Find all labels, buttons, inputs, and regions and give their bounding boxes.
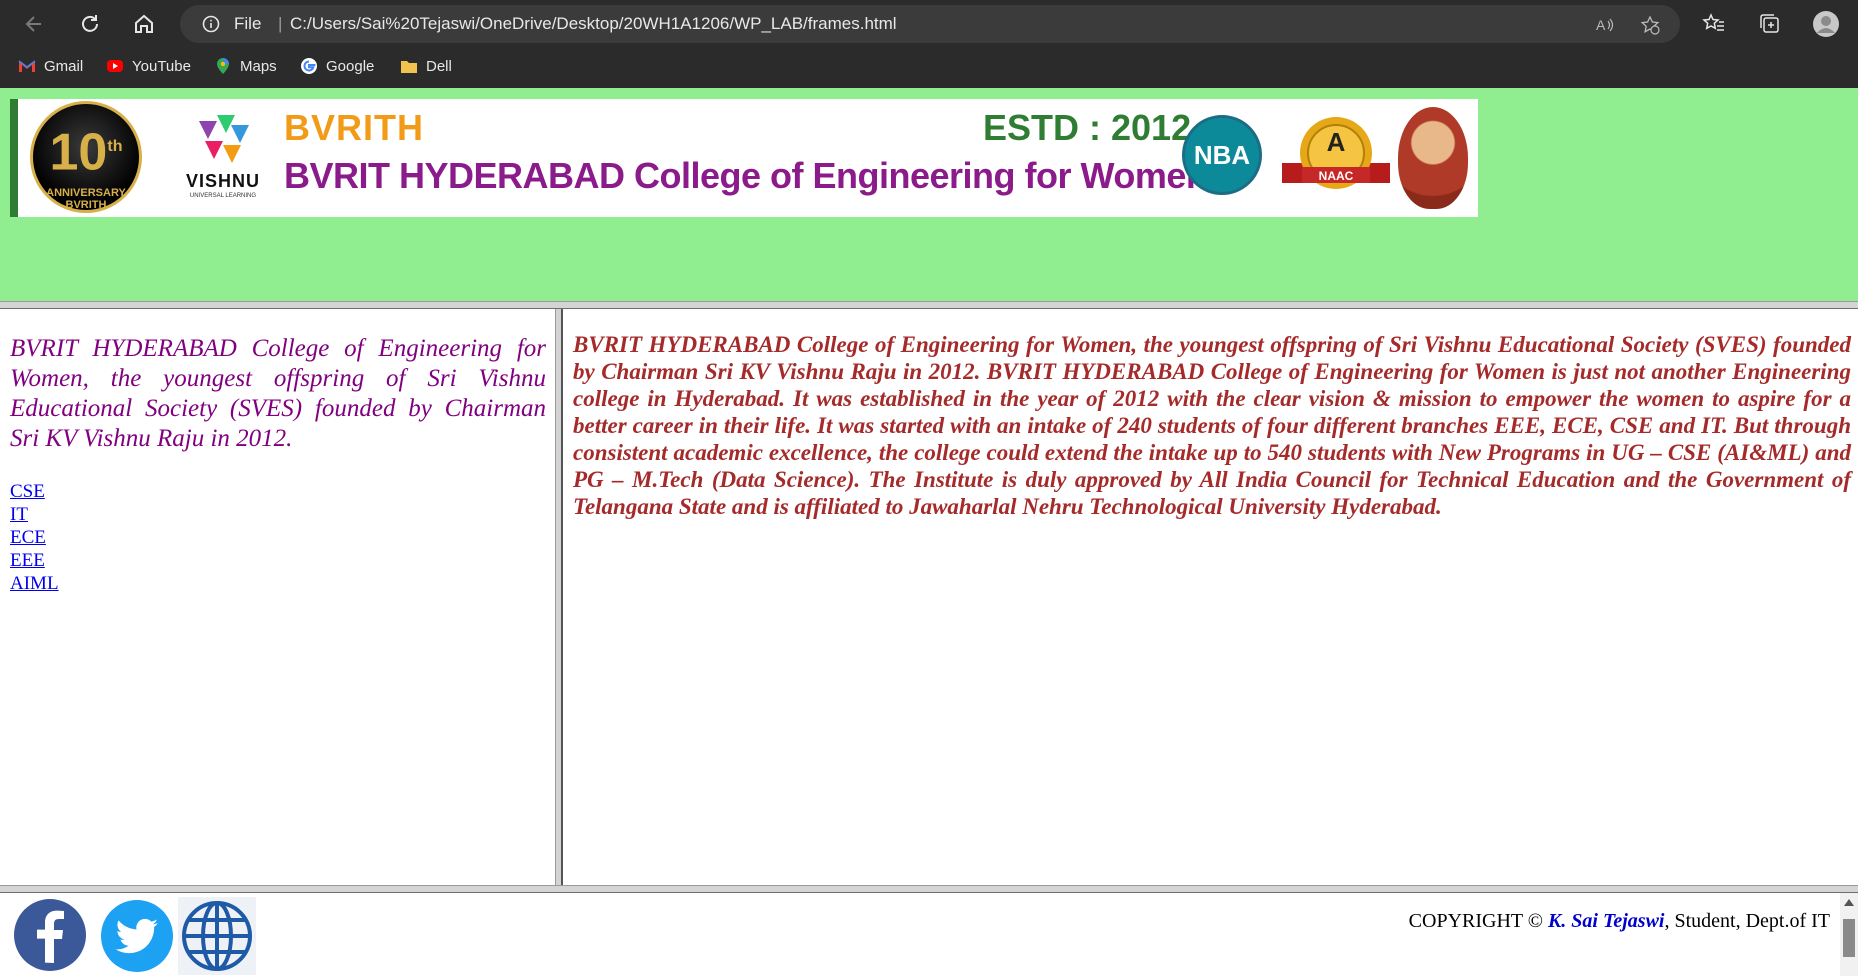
college-banner: 10th ANNIVERSARY BVRITH VISHNU UNIVERSAL… [10, 99, 1478, 217]
frame-border-vertical[interactable] [555, 309, 563, 885]
address-bar[interactable]: File | C:/Users/Sai%20Tejaswi/OneDrive/D… [180, 5, 1680, 43]
add-favorite-icon[interactable] [1640, 15, 1660, 35]
college-name: BVRIT HYDERABAD College of Engineering f… [284, 155, 1208, 196]
intro-text: BVRIT HYDERABAD College of Engineering f… [10, 335, 546, 452]
link-cse[interactable]: CSE [10, 480, 59, 503]
link-aiml[interactable]: AIML [10, 572, 59, 595]
description-text: BVRIT HYDERABAD College of Engineering f… [573, 332, 1851, 519]
bookmark-label: Dell [426, 57, 452, 75]
url-text[interactable]: C:/Users/Sai%20Tejaswi/OneDrive/Desktop/… [290, 14, 897, 34]
bookmark-maps[interactable]: Maps [214, 55, 277, 77]
college-short-name: BVRITH [284, 107, 424, 148]
link-it[interactable]: IT [10, 503, 59, 526]
vishnu-logo-icon [199, 115, 249, 163]
scroll-thumb[interactable] [1843, 919, 1855, 957]
collections-button[interactable] [1756, 10, 1784, 38]
home-button[interactable] [126, 6, 162, 42]
footer-frame: COPYRIGHT © K. Sai Tejaswi, Student, Dep… [0, 893, 1858, 976]
svg-text:A: A [1596, 17, 1606, 33]
bookmark-label: Maps [240, 57, 277, 75]
read-aloud-icon[interactable]: A [1595, 15, 1615, 35]
author-name: K. Sai Tejaswi [1547, 910, 1665, 932]
back-button[interactable] [16, 6, 52, 42]
vishnu-subtitle: UNIVERSAL LEARNING [189, 193, 257, 199]
scroll-up-icon[interactable] [1844, 899, 1854, 906]
maps-icon [217, 58, 229, 74]
url-separator: | [278, 14, 283, 33]
file-label: File [234, 14, 262, 33]
footer-scrollbar[interactable] [1840, 893, 1858, 976]
department-links: CSE IT ECE EEE AIML [10, 480, 59, 595]
twitter-icon[interactable] [98, 897, 176, 975]
bookmark-label: Google [326, 57, 375, 75]
anniversary-logo: 10th ANNIVERSARY BVRITH [30, 101, 142, 213]
bookmark-label: Gmail [44, 57, 84, 75]
established-year: ESTD : 2012 [983, 107, 1192, 148]
naac-grade: A [1326, 127, 1346, 157]
copyright-suffix: , Student, Dept.of IT [1664, 910, 1830, 932]
main-frame: BVRIT HYDERABAD College of Engineering f… [563, 309, 1858, 885]
gmail-icon [18, 60, 36, 72]
anniversary-number: 10 [49, 123, 108, 182]
browser-chrome: File | C:/Users/Sai%20Tejaswi/OneDrive/D… [0, 0, 1858, 88]
collections-icon [1760, 14, 1779, 33]
vishnu-logo: VISHNU UNIVERSAL LEARNING [168, 111, 278, 206]
profile-button[interactable] [1812, 10, 1840, 38]
link-ece[interactable]: ECE [10, 526, 59, 549]
arrow-left-icon [25, 16, 41, 32]
header-frame: 10th ANNIVERSARY BVRITH VISHNU UNIVERSAL… [0, 88, 1858, 301]
info-icon[interactable] [202, 15, 220, 33]
bookmark-gmail[interactable]: Gmail [18, 55, 83, 77]
bookmark-dell[interactable]: Dell [400, 55, 452, 77]
nba-logo: NBA [1182, 115, 1262, 195]
bookmark-youtube[interactable]: YouTube [106, 55, 191, 77]
refresh-button[interactable] [72, 6, 108, 42]
chairman-portrait [1398, 107, 1468, 209]
folder-icon [401, 61, 417, 73]
youtube-icon [107, 60, 123, 72]
anniversary-text: ANNIVERSARY [46, 187, 126, 200]
frame-border-top[interactable] [0, 301, 1858, 309]
link-eee[interactable]: EEE [10, 549, 59, 572]
globe-icon[interactable] [178, 897, 256, 975]
left-frame: BVRIT HYDERABAD College of Engineering f… [0, 309, 555, 885]
bookmark-label: YouTube [132, 57, 191, 75]
copyright-prefix: COPYRIGHT © [1408, 910, 1548, 932]
favorites-button[interactable] [1700, 10, 1728, 38]
google-icon [301, 58, 317, 74]
avatar-icon [1813, 11, 1839, 37]
nba-label: NBA [1193, 140, 1251, 170]
naac-label: NAAC [1318, 169, 1354, 183]
copyright-text: COPYRIGHT © K. Sai Tejaswi, Student, Dep… [1409, 910, 1830, 933]
facebook-icon[interactable] [12, 897, 90, 975]
vishnu-name: VISHNU [185, 171, 260, 191]
favorites-icon [1702, 13, 1724, 31]
frame-border-bottom[interactable] [0, 885, 1858, 893]
refresh-icon [82, 15, 98, 32]
bookmark-google[interactable]: Google [300, 55, 374, 77]
anniversary-sup: th [107, 138, 123, 155]
home-icon [135, 14, 153, 33]
anniversary-brand: BVRITH [65, 199, 107, 212]
